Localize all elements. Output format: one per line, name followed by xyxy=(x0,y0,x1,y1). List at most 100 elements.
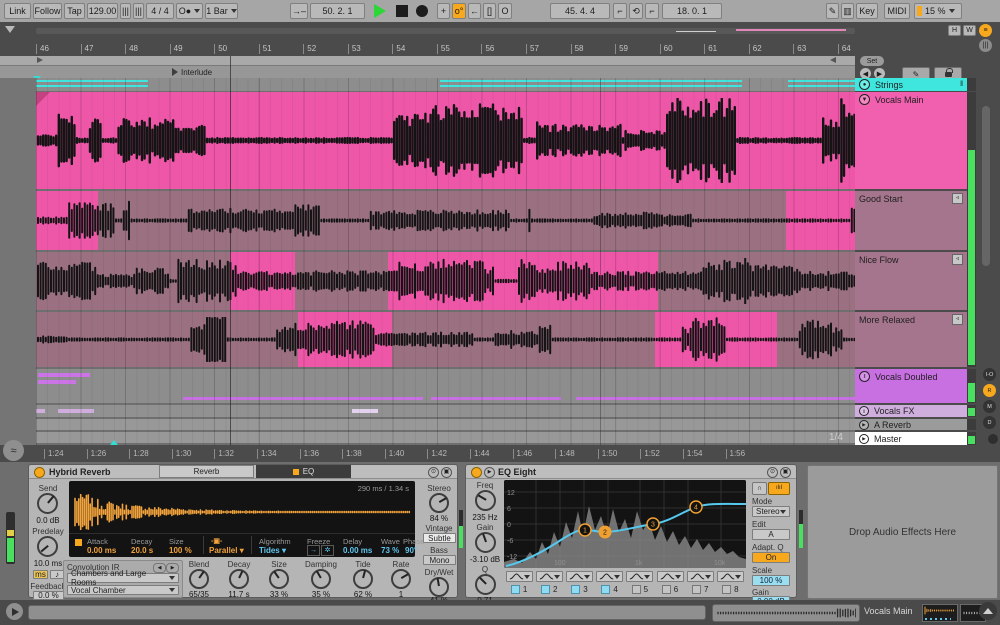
metronome-button[interactable]: O● xyxy=(176,3,203,19)
play-button[interactable] xyxy=(374,4,386,18)
mixer-toggle-icon[interactable]: ||| xyxy=(979,39,992,52)
follow-button[interactable]: Follow xyxy=(33,3,62,19)
zoom-height-button[interactable]: H xyxy=(948,25,961,36)
band-enable-checkbox[interactable] xyxy=(571,585,581,594)
master-track-header[interactable]: ▶ Master xyxy=(855,432,967,445)
save-preset-icon[interactable]: ▣ xyxy=(780,467,791,478)
unfold-track-icon[interactable]: ● xyxy=(859,79,870,90)
show-returns-toggle[interactable]: R xyxy=(983,384,996,397)
q-knob[interactable] xyxy=(475,574,496,595)
midi-map-button[interactable]: MIDI xyxy=(884,3,910,19)
freq-knob[interactable] xyxy=(475,490,496,511)
track-row-a-reverb[interactable] xyxy=(36,419,855,430)
ir-size-value[interactable]: 100 % xyxy=(169,546,192,555)
loop-end-marker[interactable] xyxy=(830,57,836,63)
device-eq-eight[interactable]: ▶ EQ Eight ⊙ ▣ Freq 235 Hz Gain -3.10 dB… xyxy=(465,464,797,607)
loop-start-field[interactable]: 45. 4. 4 xyxy=(550,3,610,19)
take-lane-nice-flow[interactable] xyxy=(36,252,855,310)
audio-clip[interactable] xyxy=(352,409,378,413)
tide-knob[interactable] xyxy=(353,569,373,589)
delay-value[interactable]: 0.00 ms xyxy=(343,546,372,555)
algorithm-selector[interactable]: Tides ▾ xyxy=(259,546,286,555)
audio-clip[interactable] xyxy=(58,409,94,413)
loop-switch-icon[interactable]: ⟲ xyxy=(629,3,643,19)
band-enable-checkbox[interactable] xyxy=(722,585,732,594)
track-row-strings[interactable] xyxy=(36,78,855,91)
eq-curve-display[interactable]: 12 6 0 -6 -12 100 1k 10k 1 2 3 4 xyxy=(504,480,746,568)
track-row-master[interactable] xyxy=(36,432,855,443)
take-lane-good-start[interactable] xyxy=(36,191,855,250)
bar-ruler[interactable]: 46 47 48 49 50 51 52 53 54 55 56 57 58 59 60 61 62 63 64 xyxy=(36,44,855,55)
link-button[interactable]: Link xyxy=(4,3,31,19)
vertical-scrollbar[interactable] xyxy=(982,106,990,266)
pause-clip-icon[interactable]: ‖ xyxy=(859,371,870,382)
sync-toggle[interactable]: ♪ xyxy=(50,570,64,579)
device-title-bar[interactable]: Hybrid Reverb Reverb EQ ⊙ ▣ xyxy=(29,465,457,479)
ir-decay-value[interactable]: 20.0 s xyxy=(131,546,153,555)
clip-overview-waveform-box[interactable] xyxy=(712,604,860,622)
track-header-strings[interactable]: ● Strings ‖ xyxy=(855,78,967,91)
track-row-vocals-main[interactable] xyxy=(36,92,855,189)
track-row-vocals-doubled[interactable] xyxy=(36,369,855,403)
predelay-knob[interactable] xyxy=(37,536,58,557)
reverb-display[interactable]: 290 ms / 1.34 s Attack 0.00 ms Decay 20.… xyxy=(69,481,424,557)
draw-mode-icon[interactable]: ✎ xyxy=(826,3,839,19)
session-record-icon[interactable]: O xyxy=(498,3,512,19)
audition-headphone-icon[interactable]: ∩ xyxy=(752,482,767,495)
vintage-select[interactable]: Subtle xyxy=(423,533,456,543)
device-title-bar[interactable]: ▶ EQ Eight ⊙ ▣ xyxy=(466,465,796,479)
show-delay-toggle[interactable]: D xyxy=(983,416,996,429)
follow-playhead-button[interactable]: →‒ xyxy=(290,3,308,19)
waveform-zoom-icon[interactable]: ≈ xyxy=(3,440,24,461)
drywet-knob[interactable] xyxy=(429,577,449,597)
device-on-icon[interactable] xyxy=(34,467,45,478)
ir-category-select[interactable]: Chambers and Large Rooms xyxy=(67,569,179,587)
audio-clip[interactable] xyxy=(36,78,148,91)
automation-arm-icon[interactable]: o° xyxy=(452,3,466,19)
arrangement-area[interactable] xyxy=(36,78,855,445)
pause-clip-icon[interactable]: ‖ xyxy=(859,406,869,416)
audio-clip[interactable] xyxy=(576,397,855,400)
punch-out-icon[interactable]: ⌐ xyxy=(645,3,659,19)
filter-type-select[interactable] xyxy=(686,571,714,582)
filter-type-select[interactable] xyxy=(565,571,593,582)
mode-select[interactable]: Stereo xyxy=(752,506,790,517)
blend-knob[interactable] xyxy=(189,569,209,589)
ir-file-select[interactable]: Vocal Chamber xyxy=(67,585,179,595)
locator-interlude[interactable]: Interlude xyxy=(172,67,212,77)
playhead[interactable] xyxy=(230,56,231,445)
rate-knob[interactable] xyxy=(391,569,411,589)
wave-value[interactable]: 73 % xyxy=(381,546,399,555)
loop-start-marker[interactable] xyxy=(37,57,43,63)
tab-reverb[interactable]: Reverb xyxy=(159,465,254,478)
arrangement-overview[interactable] xyxy=(36,28,855,34)
take-lane-more-relaxed[interactable] xyxy=(36,312,855,367)
freeze-in-icon[interactable]: → xyxy=(307,545,320,556)
save-preset-icon[interactable]: ▣ xyxy=(441,467,452,478)
routing-selector[interactable]: Parallel ▾ xyxy=(209,546,244,555)
take-lane-header-more-relaxed[interactable]: More Relaxed ◃ xyxy=(855,312,967,367)
take-lane-audition-icon[interactable]: ◃ xyxy=(952,254,963,265)
audio-clip[interactable] xyxy=(36,409,45,413)
band-enable-checkbox[interactable] xyxy=(510,585,520,594)
band-enable-checkbox[interactable] xyxy=(601,585,611,594)
time-ruler[interactable]: 1:24 1:26 1:28 1:30 1:32 1:34 1:36 1:38 1:40 1:42… xyxy=(44,449,834,460)
ms-toggle[interactable]: ms xyxy=(33,570,48,579)
clip-thumbnail[interactable] xyxy=(922,604,958,622)
gain-knob[interactable] xyxy=(475,532,496,553)
bass-mono-select[interactable]: Mono xyxy=(423,555,456,565)
band-enable-checkbox[interactable] xyxy=(691,585,701,594)
phase-value[interactable]: 90° xyxy=(405,546,417,555)
filter-type-select[interactable] xyxy=(596,571,624,582)
next-ir-icon[interactable]: ▶ xyxy=(166,563,179,573)
phase-nudge-down-icon[interactable]: ||| xyxy=(120,3,131,19)
back-to-arrangement-icon[interactable] xyxy=(5,26,15,33)
filter-type-select[interactable] xyxy=(716,571,744,582)
audio-clip[interactable] xyxy=(183,397,423,400)
hot-swap-icon[interactable]: ⊙ xyxy=(428,467,439,478)
key-map-button[interactable]: Key xyxy=(856,3,878,19)
audio-clip[interactable] xyxy=(38,373,90,377)
audio-clip[interactable] xyxy=(440,78,742,91)
scale-field[interactable]: 100 % xyxy=(752,575,790,586)
size-knob[interactable] xyxy=(269,569,289,589)
